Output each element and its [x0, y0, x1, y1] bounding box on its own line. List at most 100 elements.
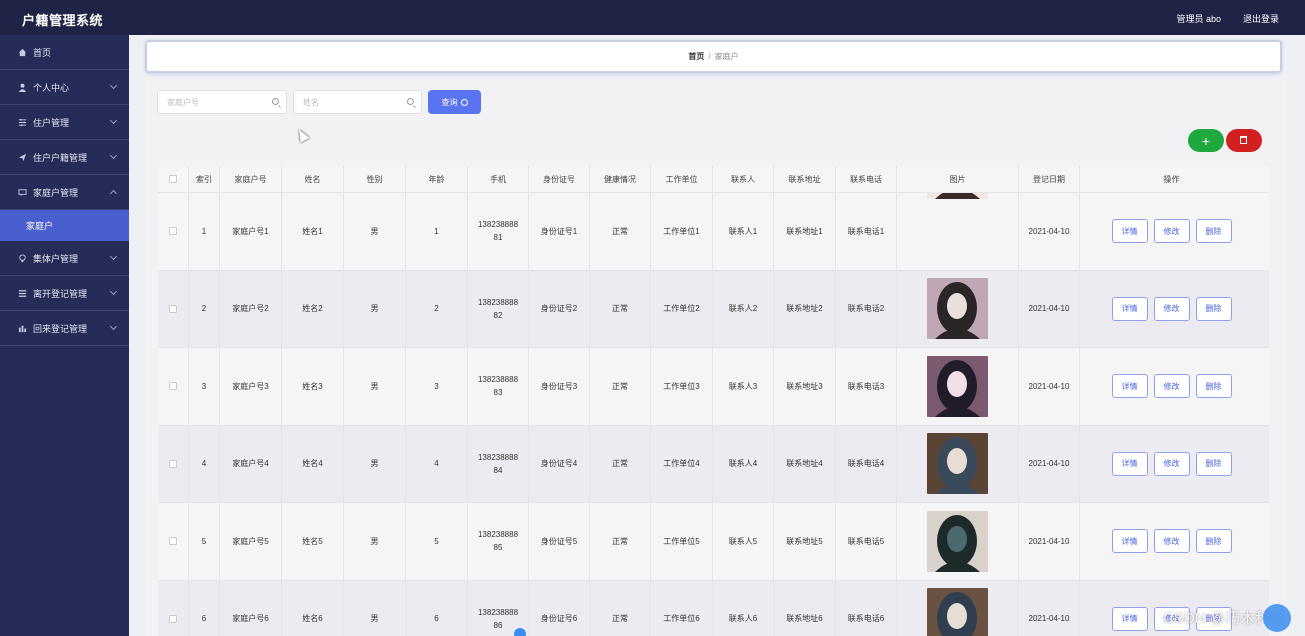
table-cell-id-card: 身份证号6: [529, 580, 590, 636]
row-checkbox[interactable]: [169, 614, 177, 623]
photo-cell: [897, 425, 1019, 502]
name-search[interactable]: [293, 90, 422, 114]
detail-button[interactable]: 详情: [1111, 374, 1148, 399]
select-all-checkbox[interactable]: [169, 175, 177, 183]
edit-button[interactable]: 修改: [1153, 296, 1190, 321]
table-cell-work: 工作单位5: [651, 503, 713, 580]
row-checkbox[interactable]: [169, 304, 177, 313]
table-cell-date: 2021-04-10: [1019, 580, 1080, 636]
table-cell-phone: 13823888884: [468, 425, 529, 502]
table-cell-name: 姓名1: [282, 193, 344, 270]
sidebar-item-departure-registration[interactable]: 离开登记管理: [0, 276, 129, 311]
photo: [927, 433, 988, 495]
column-header: 操作: [1163, 174, 1180, 184]
table-cell-date: 2021-04-10: [1019, 425, 1080, 502]
table-cell-date: 2021-04-10: [1019, 348, 1080, 425]
table-cell-age: 1: [406, 193, 468, 270]
sidebar-subitem-family-household[interactable]: 家庭户: [0, 210, 129, 241]
table-cell-id-card: 身份证号2: [529, 270, 590, 347]
sidebar-item-return-registration[interactable]: 回来登记管理: [0, 311, 129, 346]
chevron-down-icon: [109, 151, 118, 160]
chevron-down-icon: [109, 116, 118, 125]
edit-button[interactable]: 修改: [1153, 451, 1190, 476]
user-icon: [18, 83, 27, 92]
row-checkbox[interactable]: [169, 537, 177, 546]
table-cell-contact: 联系人4: [713, 425, 774, 502]
row-actions: 详情 修改 删除: [1080, 426, 1263, 503]
table-cell-name: 姓名6: [282, 580, 344, 636]
table-cell-health: 正常: [590, 348, 651, 425]
column-header: 登记日期: [1019, 166, 1080, 192]
table-cell-tel: 联系电话3: [836, 348, 897, 425]
table-cell-id-card: 身份证号5: [529, 503, 590, 580]
table-cell-contact: 联系人6: [713, 580, 774, 636]
delete-button[interactable]: 删除: [1195, 219, 1232, 244]
table-cell-household: 家庭户号2: [220, 270, 282, 347]
delete-button[interactable]: 删除: [1195, 374, 1232, 399]
sidebar-item-home[interactable]: 首页: [0, 35, 129, 70]
detail-button[interactable]: 详情: [1111, 606, 1148, 631]
breadcrumb-current: 家庭户: [714, 52, 739, 61]
person-photo-image: [927, 588, 988, 636]
table-row: 3 家庭户号3 姓名3 男 3 13823888883 身份证号3 正常 工作单位3 联系人3 联系…: [158, 348, 1269, 426]
menu-icon: [18, 289, 27, 297]
sidebar-item-resident-registry-management[interactable]: 住户户籍管理: [0, 140, 129, 175]
person-photo-image: [927, 433, 988, 495]
top-bar: 户籍管理系统 管理员 abo 退出登录: [0, 0, 1305, 35]
table-header: 索引 家庭户号 姓名 性别 年龄 手机 身份证号 健康情况 工作单位 联系人 联…: [158, 166, 1269, 193]
row-select-cell: [158, 348, 189, 425]
batch-delete-button[interactable]: [1226, 129, 1262, 152]
table-cell-health: 正常: [590, 193, 651, 270]
household-number-search[interactable]: [157, 90, 287, 114]
table-cell-work: 工作单位3: [651, 348, 713, 425]
sidebar-item-label: 回来登记管理: [33, 323, 88, 334]
table-cell-gender: 男: [344, 425, 406, 502]
delete-button[interactable]: 删除: [1195, 451, 1232, 476]
photo: [927, 278, 988, 340]
sidebar-item-personal-center[interactable]: 个人中心: [0, 70, 129, 105]
table-cell-index: 1: [189, 193, 220, 270]
sidebar-item-label: 家庭户管理: [33, 187, 79, 198]
column-header: 身份证号: [529, 166, 590, 192]
edit-button[interactable]: 修改: [1153, 529, 1190, 554]
row-checkbox[interactable]: [169, 382, 177, 391]
table-cell-tel: 联系电话4: [836, 425, 897, 502]
sidebar-item-collective-household-management[interactable]: 集体户管理: [0, 241, 129, 276]
sidebar-item-resident-management[interactable]: 住户管理: [0, 105, 129, 140]
household-number-input[interactable]: [158, 91, 286, 113]
row-checkbox[interactable]: [169, 227, 177, 236]
sidebar-item-family-household-management[interactable]: 家庭户管理: [0, 175, 129, 210]
table-cell-contact: 联系人3: [713, 348, 774, 425]
column-header: 年龄: [406, 166, 468, 192]
table-row: 4 家庭户号4 姓名4 男 4 13823888884 身份证号4 正常 工作单位4 联系人4 联系…: [158, 425, 1269, 503]
home-icon: [18, 48, 27, 56]
detail-button[interactable]: 详情: [1111, 296, 1148, 321]
name-input[interactable]: [294, 91, 421, 113]
table-row: 1 家庭户号1 姓名1 男 1 13823888881 身份证号1 正常 工作单位1 联系人1 联系…: [158, 193, 1269, 271]
logout-link[interactable]: 退出登录: [1243, 12, 1279, 25]
column-header: 家庭户号: [220, 166, 282, 192]
edit-button[interactable]: 修改: [1153, 219, 1190, 244]
table-cell-phone: 13823888881: [468, 193, 529, 270]
sidebar-item-label: 住户户籍管理: [33, 152, 88, 163]
detail-button[interactable]: 详情: [1111, 451, 1148, 476]
photo-cell: [897, 580, 1019, 636]
detail-button[interactable]: 详情: [1111, 219, 1148, 244]
delete-button[interactable]: 删除: [1195, 529, 1232, 554]
delete-button[interactable]: 删除: [1195, 296, 1232, 321]
scroll-indicator[interactable]: [514, 628, 526, 636]
table-cell-id-card: 身份证号3: [529, 348, 590, 425]
breadcrumb-home[interactable]: 首页: [688, 52, 704, 61]
row-actions: 详情 修改 删除: [1080, 348, 1263, 425]
floating-badge[interactable]: [1263, 604, 1291, 632]
person-photo-image: [927, 355, 988, 417]
detail-button[interactable]: 详情: [1111, 529, 1148, 554]
table-cell-household: 家庭户号1: [220, 193, 282, 270]
add-button[interactable]: +: [1188, 129, 1224, 152]
row-checkbox[interactable]: [169, 459, 177, 468]
column-header: 姓名: [282, 166, 344, 192]
sliders-icon: [18, 118, 27, 126]
edit-button[interactable]: 修改: [1153, 374, 1190, 399]
query-button[interactable]: 查询: [428, 90, 481, 114]
search-icon: [460, 98, 468, 106]
